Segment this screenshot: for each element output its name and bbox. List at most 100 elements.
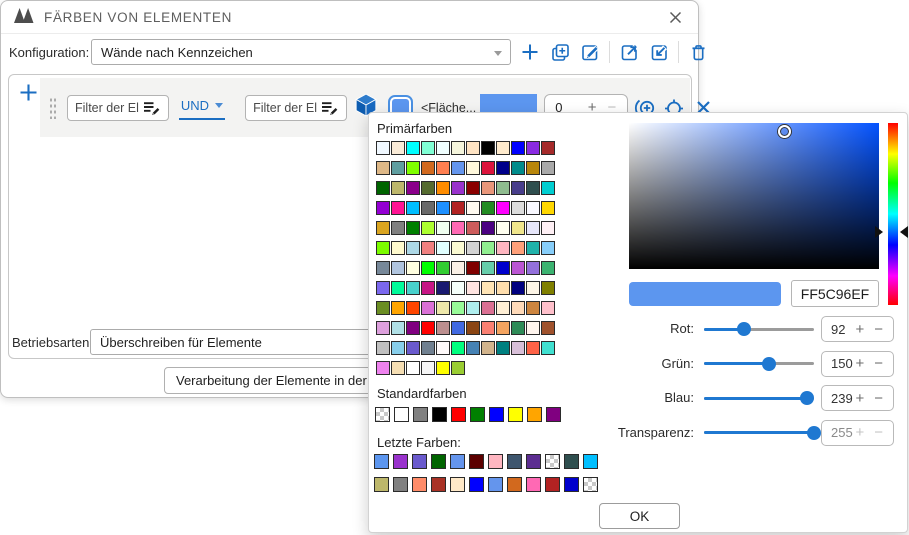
color-swatch[interactable] — [466, 241, 480, 255]
color-swatch[interactable] — [496, 301, 510, 315]
color-swatch[interactable] — [541, 181, 555, 195]
color-swatch[interactable] — [391, 221, 405, 235]
color-swatch[interactable] — [466, 201, 480, 215]
color-swatch[interactable] — [406, 181, 420, 195]
slider-track[interactable] — [704, 431, 814, 434]
color-swatch[interactable] — [466, 221, 480, 235]
color-swatch[interactable] — [511, 161, 525, 175]
add-configuration-button[interactable] — [518, 40, 542, 64]
color-swatch[interactable] — [511, 141, 525, 155]
export-configuration-button[interactable] — [617, 40, 641, 64]
color-swatch[interactable] — [545, 454, 560, 469]
decrement-icon[interactable]: − — [874, 321, 883, 338]
color-swatch[interactable] — [526, 141, 540, 155]
gradient-marker[interactable] — [778, 125, 791, 138]
saturation-value-gradient[interactable] — [629, 123, 879, 269]
color-swatch[interactable] — [469, 477, 484, 492]
color-swatch[interactable] — [451, 201, 465, 215]
color-swatch[interactable] — [526, 281, 540, 295]
decrement-icon[interactable]: − — [874, 390, 883, 407]
color-swatch[interactable] — [450, 454, 465, 469]
color-swatch[interactable] — [406, 301, 420, 315]
color-swatch[interactable] — [451, 301, 465, 315]
color-swatch[interactable] — [376, 281, 390, 295]
color-swatch[interactable] — [406, 201, 420, 215]
color-swatch[interactable] — [481, 161, 495, 175]
increment-icon[interactable]: + — [855, 355, 864, 372]
filter-1-button[interactable]: Filter der El — [67, 95, 169, 121]
color-swatch[interactable] — [451, 141, 465, 155]
color-swatch[interactable] — [451, 241, 465, 255]
color-swatch[interactable] — [421, 261, 435, 275]
color-swatch[interactable] — [406, 221, 420, 235]
slider-thumb[interactable] — [737, 322, 751, 336]
color-swatch[interactable] — [541, 161, 555, 175]
color-swatch[interactable] — [526, 301, 540, 315]
color-swatch[interactable] — [481, 301, 495, 315]
color-swatch[interactable] — [481, 281, 495, 295]
color-swatch[interactable] — [488, 477, 503, 492]
color-swatch[interactable] — [431, 477, 446, 492]
color-swatch[interactable] — [436, 301, 450, 315]
color-swatch[interactable] — [412, 454, 427, 469]
color-swatch[interactable] — [391, 161, 405, 175]
color-swatch[interactable] — [469, 454, 484, 469]
color-swatch[interactable] — [496, 261, 510, 275]
color-swatch[interactable] — [406, 161, 420, 175]
color-swatch[interactable] — [541, 301, 555, 315]
color-swatch[interactable] — [436, 261, 450, 275]
color-swatch[interactable] — [391, 181, 405, 195]
filter-2-button[interactable]: Filter der El — [245, 95, 347, 121]
color-swatch[interactable] — [481, 241, 495, 255]
color-swatch[interactable] — [541, 241, 555, 255]
color-swatch[interactable] — [481, 141, 495, 155]
slider-thumb[interactable] — [762, 357, 776, 371]
color-swatch[interactable] — [451, 281, 465, 295]
color-swatch[interactable] — [466, 261, 480, 275]
color-swatch[interactable] — [421, 241, 435, 255]
color-swatch[interactable] — [421, 301, 435, 315]
color-swatch[interactable] — [376, 241, 390, 255]
color-swatch[interactable] — [436, 181, 450, 195]
color-swatch[interactable] — [541, 141, 555, 155]
color-swatch[interactable] — [526, 477, 541, 492]
slider-track[interactable] — [704, 328, 814, 331]
color-swatch[interactable] — [511, 181, 525, 195]
drag-handle[interactable] — [49, 96, 57, 119]
color-swatch[interactable] — [421, 221, 435, 235]
decrement-icon[interactable]: − — [874, 424, 883, 441]
color-swatch[interactable] — [511, 301, 525, 315]
color-swatch[interactable] — [421, 181, 435, 195]
hue-arrow-right-icon[interactable] — [900, 226, 908, 238]
color-swatch[interactable] — [436, 201, 450, 215]
color-swatch[interactable] — [496, 181, 510, 195]
color-swatch[interactable] — [451, 221, 465, 235]
color-swatch[interactable] — [376, 161, 390, 175]
color-swatch[interactable] — [511, 221, 525, 235]
configuration-select[interactable]: Wände nach Kennzeichen — [91, 39, 511, 65]
color-swatch[interactable] — [376, 221, 390, 235]
color-swatch[interactable] — [496, 161, 510, 175]
color-swatch[interactable] — [376, 301, 390, 315]
hue-bar[interactable] — [888, 123, 898, 305]
color-swatch[interactable] — [393, 477, 408, 492]
color-swatch[interactable] — [496, 221, 510, 235]
color-swatch[interactable] — [511, 241, 525, 255]
color-swatch[interactable] — [391, 301, 405, 315]
color-swatch[interactable] — [406, 241, 420, 255]
color-swatch[interactable] — [391, 141, 405, 155]
increment-icon[interactable]: + — [855, 424, 864, 441]
color-swatch[interactable] — [451, 181, 465, 195]
color-swatch[interactable] — [526, 261, 540, 275]
color-swatch[interactable] — [421, 281, 435, 295]
color-swatch[interactable] — [412, 477, 427, 492]
operator-dropdown[interactable]: UND — [179, 95, 225, 120]
color-swatch[interactable] — [374, 454, 389, 469]
color-swatch[interactable] — [545, 477, 560, 492]
color-swatch[interactable] — [466, 181, 480, 195]
color-swatch[interactable] — [451, 161, 465, 175]
color-swatch[interactable] — [583, 454, 598, 469]
hex-input[interactable]: FF5C96EF — [791, 280, 879, 307]
color-swatch[interactable] — [496, 201, 510, 215]
color-swatch[interactable] — [466, 281, 480, 295]
